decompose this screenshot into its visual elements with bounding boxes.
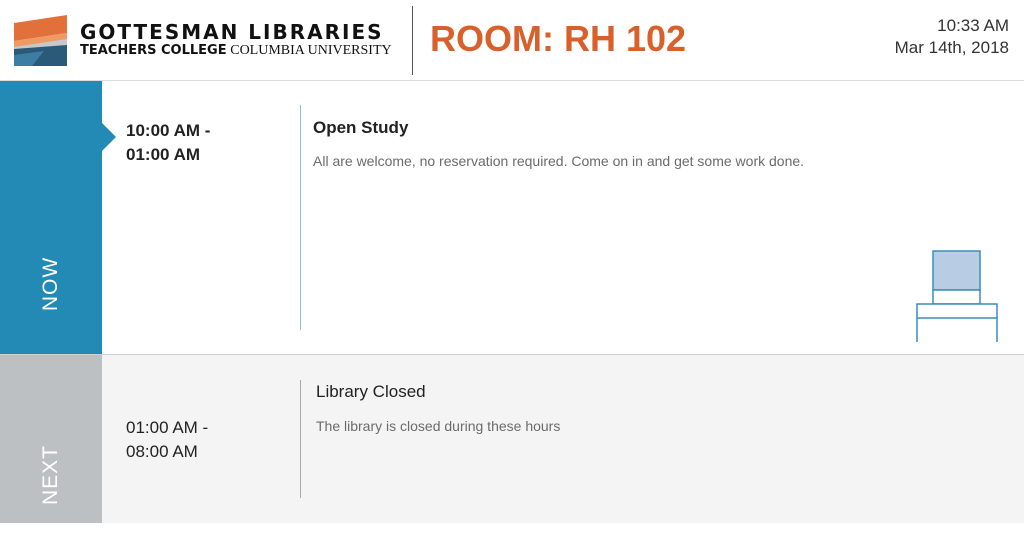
next-sidebar: NEXT (0, 355, 102, 523)
next-event-time-end: 08:00 AM (126, 442, 198, 461)
next-event-time: 01:00 AM - 08:00 AM (126, 416, 208, 464)
bottom-strip (0, 523, 1024, 540)
logo-name: GOTTESMAN LIBRARIES (80, 20, 384, 44)
now-label: NOW (39, 256, 62, 312)
next-event-panel: NEXT 01:00 AM - 08:00 AM Library Closed … (0, 355, 1024, 523)
header-divider (412, 6, 413, 75)
clock: 10:33 AM Mar 14th, 2018 (895, 15, 1009, 59)
next-label: NEXT (39, 444, 62, 506)
current-event-divider (300, 105, 301, 330)
current-event-panel: NOW 10:00 AM - 01:00 AM Open Study All a… (0, 81, 1024, 355)
clock-date: Mar 14th, 2018 (894, 38, 1009, 57)
gottesman-libraries-logo-icon (14, 15, 67, 66)
room-title: ROOM: RH 102 (430, 18, 687, 59)
next-event-description: The library is closed during these hours (316, 418, 561, 434)
current-event-time: 10:00 AM - 01:00 AM (126, 119, 210, 167)
clock-time: 10:33 AM (937, 16, 1009, 35)
next-event-title: Library Closed (316, 382, 426, 401)
current-event-time-start: 10:00 AM - (126, 121, 211, 140)
next-event-divider (300, 380, 301, 498)
now-pointer-arrow-icon (102, 123, 116, 151)
current-event-description: All are welcome, no reservation required… (313, 153, 805, 169)
logo-subtitle-university: COLUMBIA UNIVERSITY (230, 43, 392, 58)
header-bar: GOTTESMAN LIBRARIES TEACHERS COLLEGE COL… (0, 0, 1024, 81)
next-event-time-start: 01:00 AM - (126, 418, 209, 437)
now-sidebar: NOW (0, 81, 102, 354)
logo-subtitle-college: TEACHERS COLLEGE (80, 43, 227, 58)
study-desk-icon (916, 250, 998, 342)
logo-subtitle: TEACHERS COLLEGE COLUMBIA UNIVERSITY (80, 42, 392, 59)
current-event-title: Open Study (313, 118, 409, 137)
current-event-time-end: 01:00 AM (126, 145, 201, 164)
